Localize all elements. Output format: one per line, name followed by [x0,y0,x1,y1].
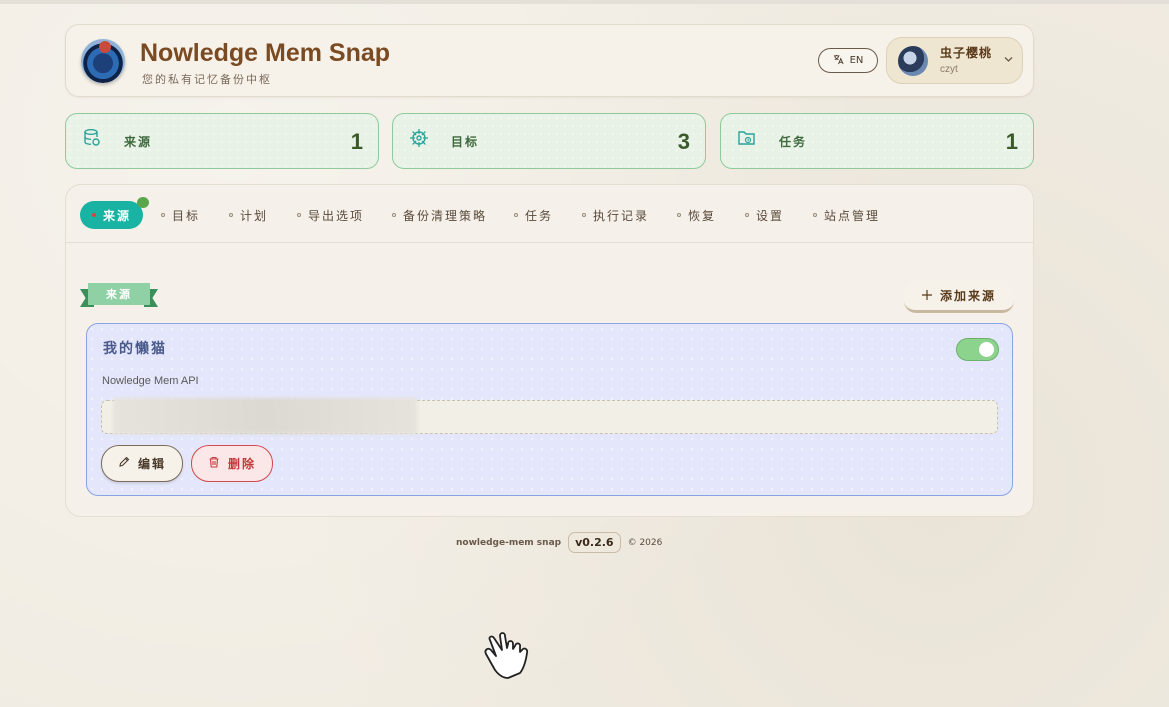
database-refresh-icon [82,128,102,148]
redacted-url [113,398,417,434]
user-id: czyt [940,64,958,75]
tab-dot [161,213,165,217]
source-card: 我的懒猫 Nowledge Mem API 编辑 删除 [86,323,1013,496]
tab-dot [677,213,681,217]
trash-icon [208,456,220,471]
tab-site-management[interactable]: 站点管理 [813,201,880,229]
section-ribbon: 来源 [80,283,158,309]
tab-tasks[interactable]: 任务 [514,201,553,229]
tab-label: 计划 [240,208,269,223]
stat-value: 3 [677,129,690,154]
tab-schedule[interactable]: 计划 [229,201,268,229]
stat-label: 任务 [779,135,808,149]
avatar [898,46,928,76]
tab-sources[interactable]: 来源 [80,201,144,229]
source-name: 我的懒猫 [103,341,167,357]
main-panel: 来源 目标 计划 导出选项 备份清理策略 任务 执行记录 恢复 设置 站点管理 … [65,184,1034,517]
hand-cursor-icon [482,630,532,682]
add-source-label: 添加来源 [939,289,996,303]
tab-run-history[interactable]: 执行记录 [582,201,649,229]
stat-card-targets[interactable]: 目标 3 [392,113,706,169]
stat-label: 目标 [451,135,480,149]
stat-card-sources[interactable]: 来源 1 [65,113,379,169]
add-source-button[interactable]: 添加来源 [904,281,1014,313]
plus-icon [921,289,932,303]
tab-label: 导出选项 [308,208,365,223]
translate-icon [833,54,844,68]
tab-label: 设置 [756,208,785,223]
tab-dot [297,213,301,217]
tab-dot [582,213,586,217]
helm-icon [409,128,429,148]
stat-value: 1 [350,129,363,154]
app-logo [81,39,125,83]
source-enabled-toggle[interactable] [956,338,999,361]
stat-card-tasks[interactable]: 任务 1 [720,113,1034,169]
app-header: Nowledge Mem Snap 您的私有记忆备份中枢 EN 虫子樱桃 czy… [65,24,1034,97]
tab-bar: 来源 目标 计划 导出选项 备份清理策略 任务 执行记录 恢复 设置 站点管理 [66,185,1033,243]
tab-dot [229,213,233,217]
tab-targets[interactable]: 目标 [161,201,200,229]
user-name: 虫子樱桃 [940,46,993,60]
stat-value: 1 [1005,129,1018,154]
tab-export-options[interactable]: 导出选项 [297,201,364,229]
delete-button[interactable]: 删除 [191,445,273,482]
delete-label: 删除 [227,457,256,471]
stat-label: 来源 [124,135,153,149]
language-label: EN [849,55,864,66]
footer-brand: nowledge-mem snap [456,537,562,548]
edit-button[interactable]: 编辑 [101,445,183,482]
footer: nowledge-mem snap v0.2.6 © 2026 [456,532,662,553]
tab-dot [92,213,96,217]
top-border [0,0,1169,4]
chevron-down-icon [1004,55,1013,66]
section-title: 来源 [88,283,150,305]
tab-dot [514,213,518,217]
app-title: Nowledge Mem Snap [140,39,391,67]
tab-dot [745,213,749,217]
language-button[interactable]: EN [818,48,878,73]
tab-restore[interactable]: 恢复 [677,201,716,229]
tab-settings[interactable]: 设置 [745,201,784,229]
tab-dot [392,213,396,217]
tab-label: 目标 [172,208,201,223]
app-subtitle: 您的私有记忆备份中枢 [142,73,272,86]
tab-label: 备份清理策略 [403,208,488,223]
folder-clock-icon [737,128,757,148]
footer-copyright: © 2026 [627,537,663,548]
tab-dot [813,213,817,217]
version-badge: v0.2.6 [568,532,621,553]
source-url-field [101,398,998,434]
tab-label: 任务 [525,208,554,223]
tab-label: 执行记录 [593,208,650,223]
edit-label: 编辑 [137,457,166,471]
leaf-icon [137,197,149,208]
user-menu[interactable]: 虫子樱桃 czyt [886,37,1023,84]
source-type: Nowledge Mem API [102,375,199,387]
tab-label: 恢复 [688,208,717,223]
tab-label: 站点管理 [824,208,881,223]
pencil-icon [118,456,130,471]
tab-label: 来源 [103,208,132,223]
tab-retention-policy[interactable]: 备份清理策略 [392,201,487,229]
